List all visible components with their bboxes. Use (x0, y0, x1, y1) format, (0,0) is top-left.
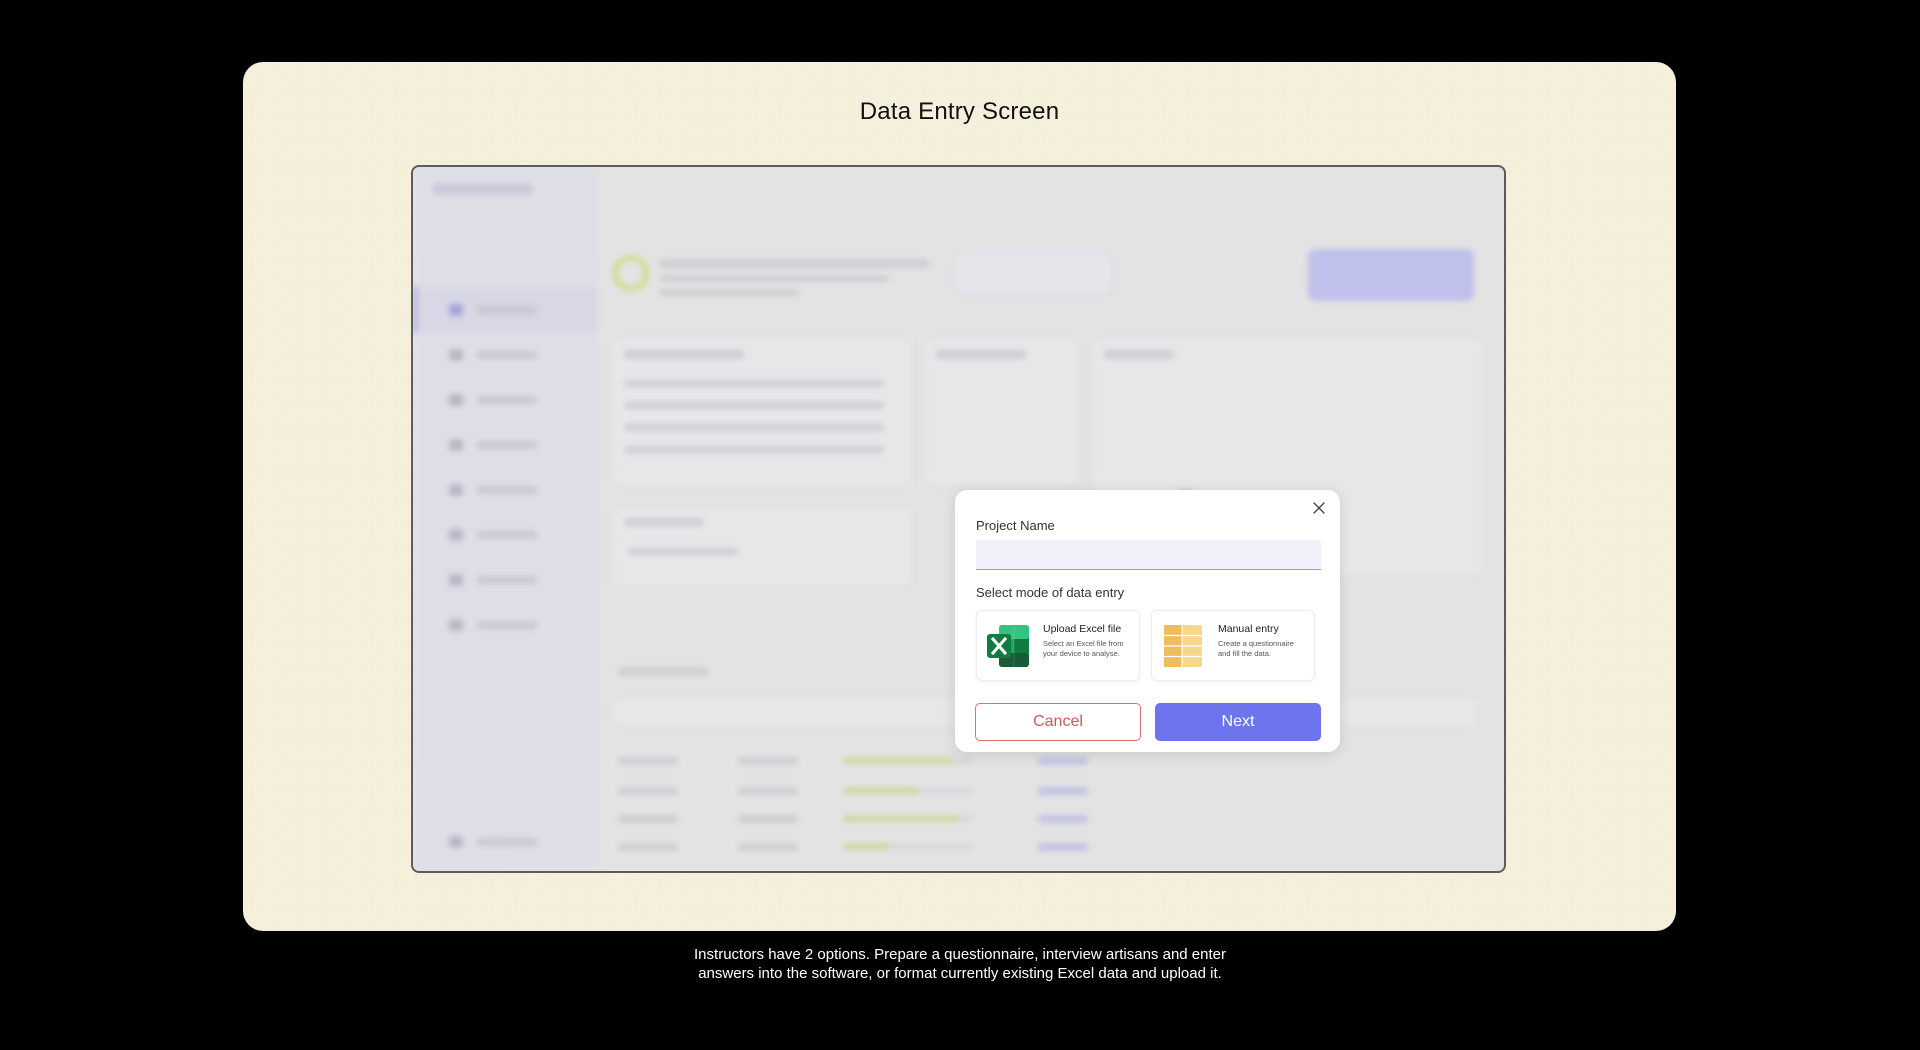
sidebar-item (449, 529, 559, 541)
progress-summary (613, 245, 929, 305)
presentation-card: Data Entry Screen Project Name Select mo… (243, 62, 1676, 931)
panel (613, 337, 913, 487)
upload-excel-title: Upload Excel file (1043, 623, 1122, 635)
sidebar-item (449, 836, 559, 848)
close-button[interactable] (1308, 497, 1330, 519)
next-button[interactable]: Next (1155, 703, 1321, 741)
close-icon (1313, 502, 1325, 514)
sidebar-item (449, 619, 559, 631)
caption-line: Instructors have 2 options. Prepare a qu… (694, 946, 1226, 963)
sidebar-logo (433, 183, 533, 195)
project-name-input[interactable] (976, 540, 1321, 570)
caption-line: answers into the software, or format cur… (698, 965, 1222, 982)
app-screenshot-frame: Project Name Select mode of data entry U… (411, 165, 1506, 873)
sidebar-item (449, 394, 559, 406)
manual-entry-title: Manual entry (1218, 623, 1279, 635)
manual-entry-option[interactable]: Manual entry Create a questionnaire and … (1151, 610, 1315, 681)
upload-excel-option[interactable]: Upload Excel file Select an Excel file f… (976, 610, 1140, 681)
sidebar (413, 167, 598, 871)
mode-label: Select mode of data entry (976, 585, 1125, 600)
sidebar-item (449, 484, 559, 496)
sidebar-item (449, 304, 559, 316)
new-project-button (1308, 249, 1474, 301)
sidebar-item (449, 574, 559, 586)
slide-title: Data Entry Screen (859, 98, 1060, 125)
project-name-label: Project Name (976, 518, 1055, 533)
slide-caption: Instructors have 2 options. Prepare a qu… (0, 945, 1920, 983)
sidebar-item (449, 439, 559, 451)
excel-icon (987, 625, 1029, 667)
panel (925, 337, 1080, 487)
upload-excel-description: Select an Excel file from your device to… (1043, 639, 1124, 658)
panel (613, 507, 913, 587)
secondary-button (953, 251, 1113, 295)
cancel-button[interactable]: Cancel (975, 703, 1141, 741)
new-project-modal: Project Name Select mode of data entry U… (955, 490, 1340, 752)
manual-entry-description: Create a questionnaire and fill the data… (1218, 639, 1294, 658)
progress-ring (613, 255, 649, 291)
table-sheet-icon (1164, 625, 1202, 667)
sidebar-item (449, 349, 559, 361)
